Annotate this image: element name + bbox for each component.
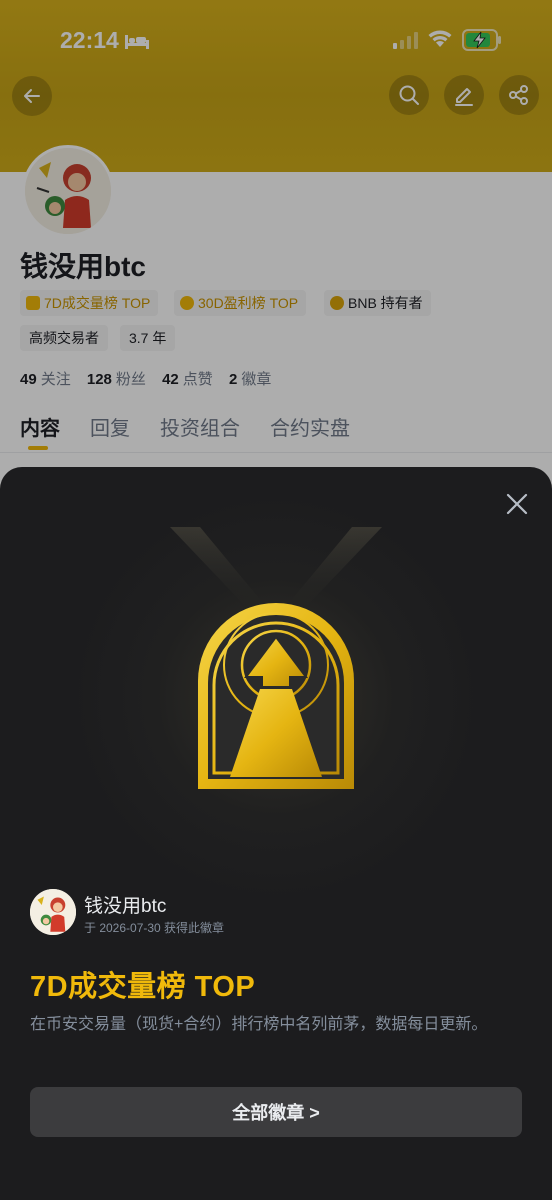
badge-title: 7D成交量榜 TOP — [30, 971, 256, 1003]
badge-arrow-icon — [170, 527, 382, 789]
close-icon[interactable] — [504, 491, 530, 517]
owner-avatar-illustration — [30, 889, 76, 935]
badge-obtained-date: 于 2026-07-30 获得此徽章 — [84, 921, 225, 935]
all-badges-button[interactable]: 全部徽章 > — [30, 1087, 522, 1137]
badge-owner-avatar[interactable] — [30, 889, 76, 935]
badge-owner-name: 钱没用btc — [84, 896, 167, 917]
badge-detail-sheet: 钱没用btc 于 2026-07-30 获得此徽章 7D成交量榜 TOP 在币安… — [0, 467, 552, 1200]
badge-description: 在币安交易量（现货+合约）排行榜中名列前茅，数据每日更新。 — [30, 1016, 488, 1033]
